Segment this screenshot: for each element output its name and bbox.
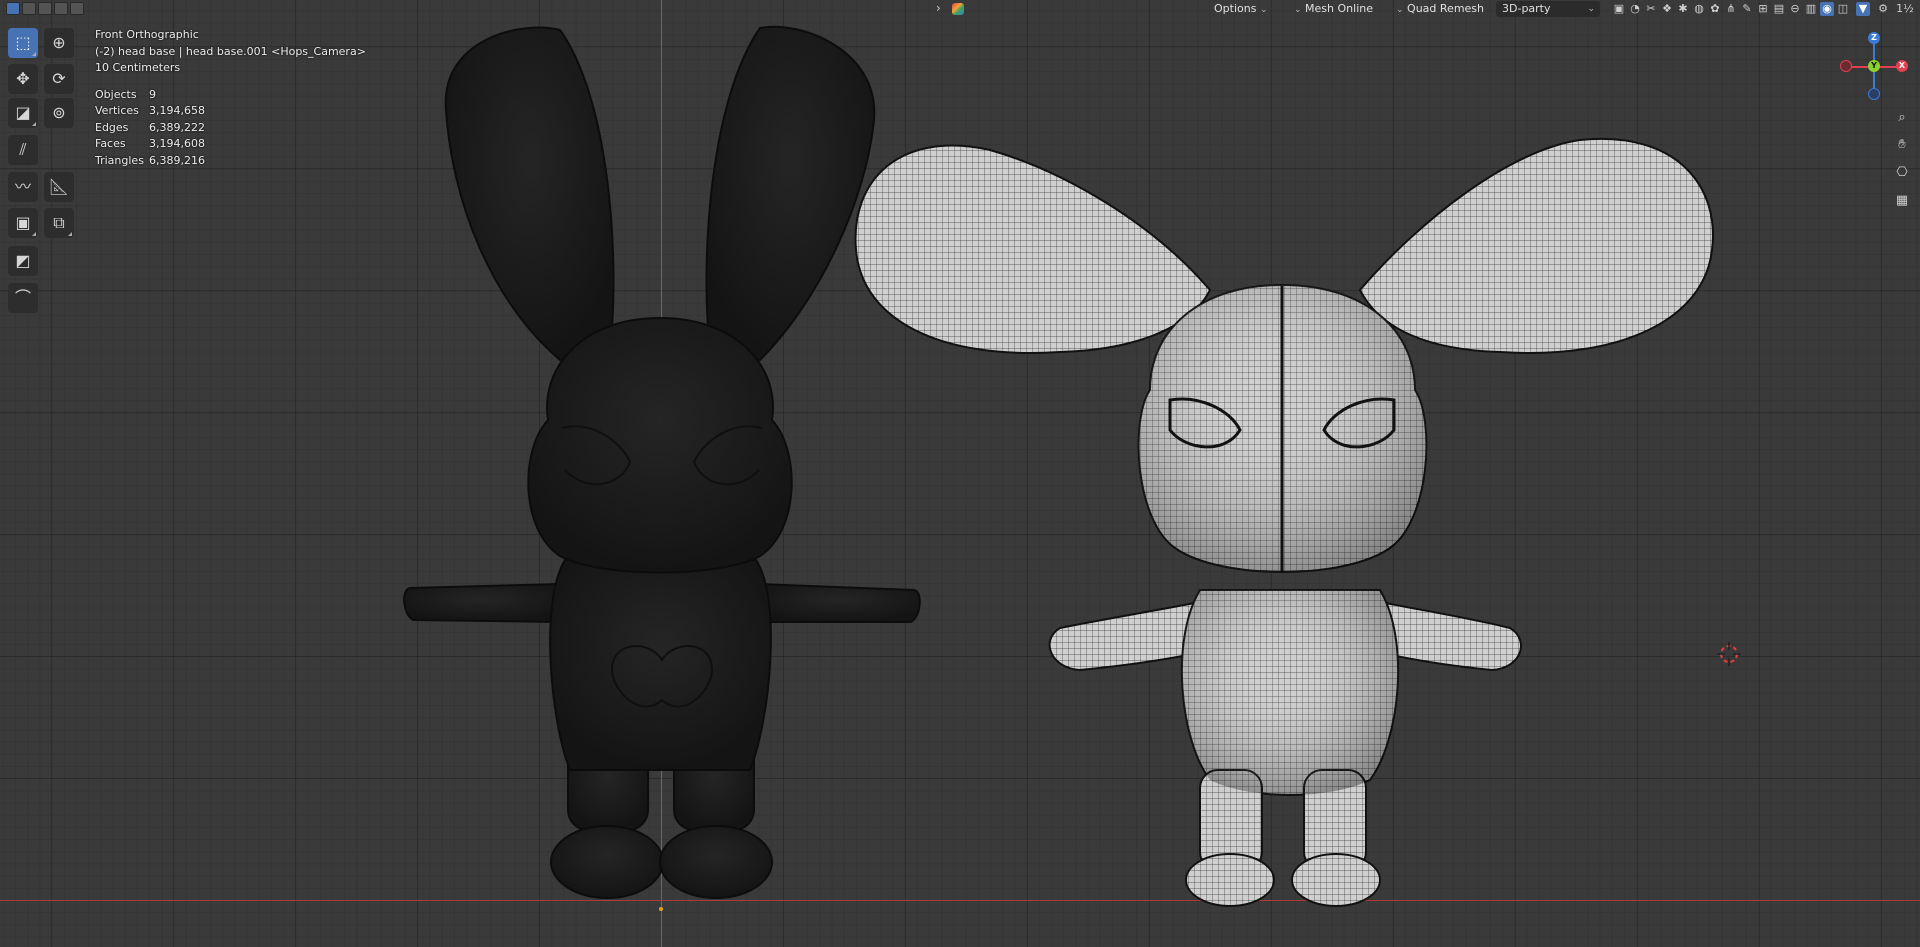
stat-label: Edges [95,120,129,134]
version-label: 1½ [1896,2,1914,15]
extrude-tool[interactable]: ⧉ [44,208,74,238]
quad-remesh-label: Quad Remesh [1407,2,1484,15]
filter-icon[interactable]: ▼ [1856,2,1870,16]
stat-label: Faces [95,137,126,150]
draw-icon: 〰 [14,177,31,196]
knife-tool[interactable]: ◩ [8,246,38,276]
stat-row: Faces 3,194,608 [95,136,366,153]
chevron-down-icon: ⌄ [1259,5,1268,15]
scale-icon: ◪ [15,103,31,122]
select-box-icon[interactable] [6,2,20,15]
chevron-down-icon: ⌄ [1396,5,1404,15]
y-axis-ball[interactable]: Y [1868,60,1880,72]
viewport-header: › Options ⌄ ⌄ Mesh Online ⌄ Quad Remesh … [0,0,1920,18]
chevron-down-icon: ⌄ [1294,5,1302,15]
select-box-icon: ⬚ [15,33,31,52]
scale-tool[interactable]: ◪ [8,98,38,128]
navigation-gizmo[interactable]: Z Y X [1836,28,1912,104]
transform-icon: ⊚ [52,103,66,122]
mesh-icon[interactable]: ⊞ [1756,2,1770,16]
select-extend-icon[interactable] [22,2,36,15]
gizmo-icon[interactable]: ◔ [1628,2,1642,16]
annotate-tool[interactable]: ⫽ [8,135,38,165]
gear-icon[interactable]: ⚙ [1876,2,1890,16]
neg-z-axis-ball[interactable] [1868,88,1880,100]
stat-value: 6,389,222 [149,120,205,134]
stat-row: Triangles 6,389,216 [95,153,366,170]
quad-remesh-dropdown[interactable]: ⌄ Quad Remesh [1396,1,1484,17]
3d-cursor-icon [1717,642,1741,666]
chevron-right-icon[interactable]: › [936,1,941,15]
zoom-icon[interactable]: ⌕ [1892,108,1912,128]
ortho-grid-icon[interactable]: ▦ [1892,191,1912,211]
addon-select[interactable]: 3D-party ⌄ [1496,1,1600,17]
stat-value: 3,194,608 [149,137,205,150]
measure-tool[interactable]: 📐︎ [44,172,74,202]
annotate-icon: ⫽ [19,140,27,159]
cursor-icon: ⊕ [52,33,66,52]
render-icon[interactable]: ◫ [1836,2,1850,16]
stat-label: Objects [95,87,137,101]
select-box-tool[interactable]: ⬚ [8,28,38,58]
stat-label: Triangles [95,153,144,167]
rotate-icon: ⟳ [52,69,66,88]
select-intersect-icon[interactable] [70,2,84,15]
cursor-tool[interactable]: ⊕ [44,28,74,58]
stat-value: 6,389,216 [149,153,205,167]
view-name: Front Orthographic [95,28,199,41]
select-subtract-icon[interactable] [38,2,52,15]
stat-row: Vertices 3,194,658 [95,103,366,120]
stat-row: Objects 9 [95,87,366,104]
object-info: (-2) head base | head base.001 <Hops_Cam… [95,44,366,58]
grid-scale: 10 Centimeters [95,61,181,74]
viewport-info-overlay: Front Orthographic (-2) head base | head… [95,27,366,169]
move-tool[interactable]: ✥ [8,64,38,94]
viewport-settings-icon[interactable]: ▣ [1612,2,1626,16]
shading-wire-icon[interactable]: ❖ [1660,2,1674,16]
move-icon: ✥ [16,69,30,88]
select-invert-icon[interactable] [54,2,68,15]
stat-label: Vertices [95,104,139,117]
snap-icon[interactable]: ▥ [1804,2,1818,16]
shading-solid-icon[interactable]: ✱ [1676,2,1690,16]
add-cube-icon: ▣ [15,213,31,232]
grass-icon[interactable]: ⋔ [1724,2,1738,16]
measure-icon: 📐︎ [48,177,70,196]
x-axis-ball[interactable]: X [1896,60,1908,72]
extrude-icon: ⧉ [53,213,65,232]
transform-tool[interactable]: ⊚ [44,98,74,128]
draw-tool[interactable]: 〰 [8,172,38,202]
chevron-down-icon: ⌄ [1587,4,1595,14]
hide-icon[interactable]: ⊖ [1788,2,1802,16]
knife-icon: ◩ [15,251,31,270]
stat-row: Edges 6,389,222 [95,120,366,137]
shading-rendered-icon[interactable]: ✿ [1708,2,1722,16]
options-dropdown[interactable]: Options ⌄ [1214,1,1268,17]
shading-material-icon[interactable]: ◍ [1692,2,1706,16]
camera-view-icon[interactable]: ⎔ [1892,163,1912,183]
mesh-online-label: Mesh Online [1305,2,1373,15]
addon-select-value: 3D-party [1502,2,1551,15]
add-cube-tool[interactable]: ▣ [8,208,38,238]
neg-x-axis-ball[interactable] [1840,60,1852,72]
pencil-icon[interactable]: ✎ [1740,2,1754,16]
options-label: Options [1214,2,1257,15]
stat-value: 3,194,658 [149,104,205,117]
pan-hand-icon[interactable]: ✋︎ [1892,135,1912,155]
bend-tool[interactable]: ⌒ [8,283,38,313]
stat-value: 9 [149,87,156,101]
z-axis-ball[interactable]: Z [1868,32,1880,44]
overlay-icon[interactable]: ✂ [1644,2,1658,16]
image-icon[interactable]: ▤ [1772,2,1786,16]
scene-statistics: Objects 9 Vertices 3,194,658 Edges 6,389,22… [95,87,366,170]
camera-icon[interactable]: ◉ [1820,2,1834,16]
bend-icon: ⌒ [14,288,31,307]
addon-logo-icon[interactable] [952,3,964,15]
rotate-tool[interactable]: ⟳ [44,64,74,94]
mesh-online-dropdown[interactable]: ⌄ Mesh Online [1294,1,1373,17]
